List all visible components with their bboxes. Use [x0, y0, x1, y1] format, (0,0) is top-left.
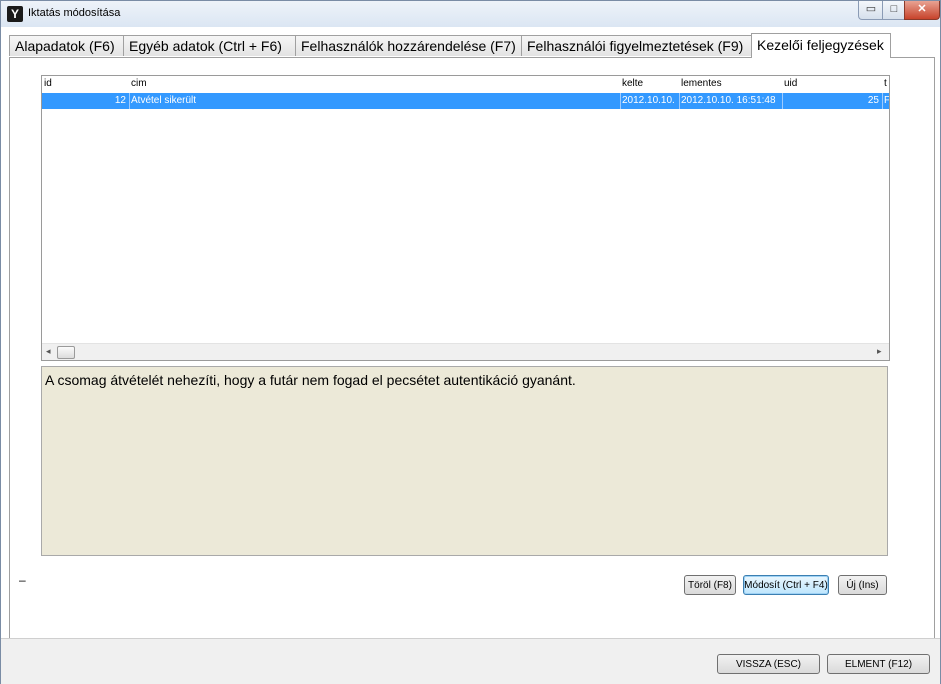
title-bar[interactable]: Y Iktatás módosítása ▭ □ ✕ — [1, 1, 940, 27]
cell-kelte: 2012.10.10. — [622, 95, 675, 106]
new-button[interactable]: Új (Ins) — [838, 575, 887, 595]
column-separator — [679, 93, 680, 109]
column-header-lementes[interactable]: lementes — [681, 78, 722, 89]
dialog-window: Y Iktatás módosítása ▭ □ ✕ Alapadatok (F… — [0, 0, 941, 684]
tab-kezeloi-feljegyzesek[interactable]: Kezelői feljegyzések — [751, 33, 891, 58]
save-button[interactable]: ELMENT (F12) — [827, 654, 930, 674]
column-header-t[interactable]: t — [884, 78, 887, 89]
cell-cim: Átvétel sikerült — [131, 95, 197, 106]
status-dash: – — [19, 573, 26, 587]
column-separator — [782, 93, 783, 109]
modify-button[interactable]: Módosít (Ctrl + F4) — [743, 575, 829, 595]
cell-id: 12 — [114, 95, 126, 106]
column-header-id[interactable]: id — [44, 78, 52, 89]
scrollbar-thumb[interactable] — [57, 346, 75, 359]
tab-egyeb-adatok[interactable]: Egyéb adatok (Ctrl + F6) — [123, 35, 297, 56]
scroll-right-icon[interactable]: ▸ — [877, 346, 882, 357]
app-logo-icon: Y — [7, 6, 23, 22]
back-button[interactable]: VISSZA (ESC) — [717, 654, 820, 674]
column-separator — [882, 93, 883, 109]
table-row[interactable]: 12 Átvétel sikerült 2012.10.10. 2012.10.… — [42, 93, 889, 109]
minimize-icon[interactable]: ▭ — [858, 1, 884, 20]
column-header-kelte[interactable]: kelte — [622, 78, 643, 89]
note-textarea[interactable]: A csomag átvételét nehezíti, hogy a futá… — [41, 366, 888, 556]
cell-t: F — [884, 95, 890, 106]
cell-uid: 25 — [867, 95, 879, 106]
close-icon[interactable]: ✕ — [904, 1, 940, 20]
delete-button[interactable]: Töröl (F8) — [684, 575, 736, 595]
cell-lementes: 2012.10.10. 16:51:48 — [681, 95, 776, 106]
horizontal-scrollbar[interactable]: ◂ ▸ — [42, 343, 889, 360]
column-header-cim[interactable]: cim — [131, 78, 147, 89]
column-separator — [620, 93, 621, 109]
column-separator — [129, 93, 130, 109]
tab-strip: Alapadatok (F6) Egyéb adatok (Ctrl + F6)… — [9, 33, 939, 58]
tab-alapadatok[interactable]: Alapadatok (F6) — [9, 35, 127, 56]
table-header: id cim kelte lementes uid t — [42, 76, 889, 92]
note-text: A csomag átvételét nehezíti, hogy a futá… — [45, 372, 576, 388]
window-title: Iktatás módosítása — [28, 7, 121, 19]
notes-table[interactable]: id cim kelte lementes uid t 12 Átvétel s… — [41, 75, 890, 361]
footer-bar: VISSZA (ESC) ELMENT (F12) — [1, 638, 940, 684]
tab-felhasznalok-hozzarendelese[interactable]: Felhasználók hozzárendelése (F7) — [295, 35, 522, 56]
maximize-icon[interactable]: □ — [882, 1, 906, 20]
scroll-left-icon[interactable]: ◂ — [46, 346, 51, 357]
column-header-uid[interactable]: uid — [784, 78, 797, 89]
tab-felhasznaloi-figyelmeztetesek[interactable]: Felhasználói figyelmeztetések (F9) — [521, 35, 755, 56]
